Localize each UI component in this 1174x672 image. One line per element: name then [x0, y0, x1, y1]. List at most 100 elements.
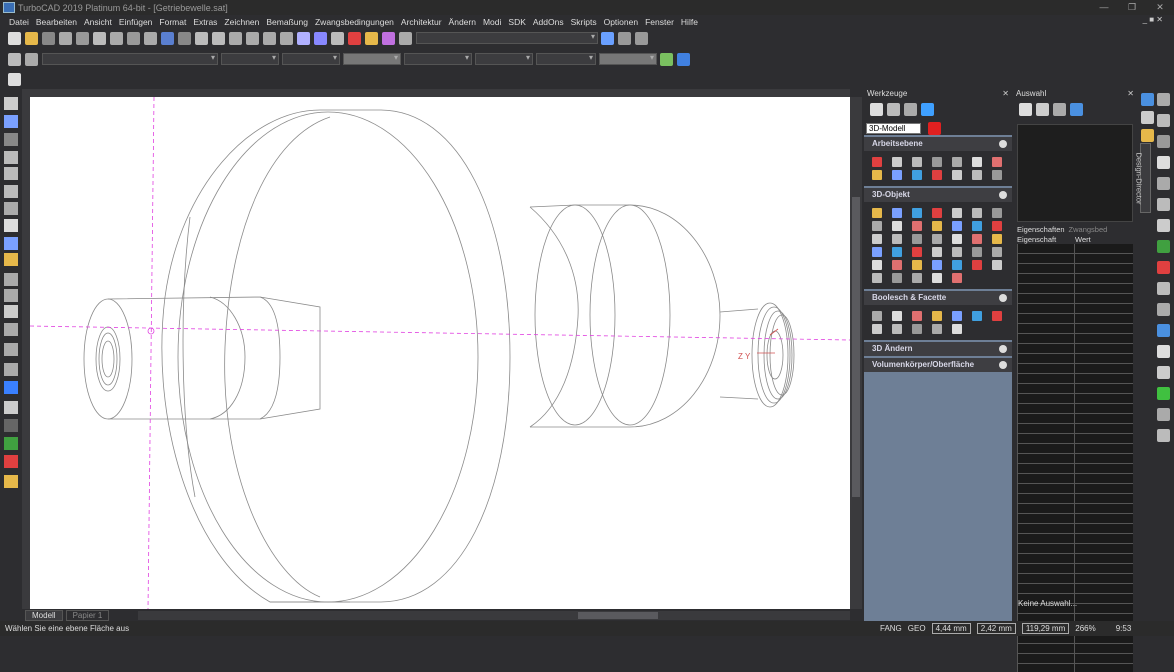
- save-icon[interactable]: [42, 31, 55, 45]
- coord-field-3[interactable]: 119,29 mm: [1021, 623, 1070, 634]
- print-icon[interactable]: [59, 31, 72, 45]
- globe-icon[interactable]: [921, 103, 934, 116]
- tool-icon[interactable]: [972, 221, 982, 231]
- mdi-controls[interactable]: _ ■ ✕: [1143, 15, 1163, 24]
- menu-item[interactable]: Einfügen: [119, 17, 153, 27]
- tree-icon[interactable]: [1053, 103, 1066, 116]
- tool-icon[interactable]: [932, 273, 942, 283]
- tool-icon[interactable]: [872, 157, 882, 167]
- section-header[interactable]: 3D Ändern: [864, 342, 1012, 356]
- snap-grid-icon[interactable]: [4, 401, 18, 414]
- dimension-icon[interactable]: [4, 237, 18, 250]
- tool-icon[interactable]: [892, 273, 902, 283]
- light-icon[interactable]: [4, 455, 18, 468]
- zoom-extents-icon[interactable]: [246, 31, 259, 45]
- snap-icon[interactable]: [331, 31, 344, 45]
- collapse-icon[interactable]: [999, 140, 1007, 148]
- paste-icon[interactable]: [127, 31, 140, 45]
- zoom-previous-icon[interactable]: [280, 31, 293, 45]
- tool-icon[interactable]: [932, 247, 942, 257]
- collapse-icon[interactable]: [999, 191, 1007, 199]
- properties-icon[interactable]: [399, 31, 412, 45]
- copy-icon[interactable]: [110, 31, 123, 45]
- pen-color-combo[interactable]: [221, 53, 279, 65]
- right-tool-icon[interactable]: [1157, 156, 1170, 169]
- tool-icon[interactable]: [912, 324, 922, 334]
- tool-icon[interactable]: [872, 260, 882, 270]
- select-arrow-icon[interactable]: [4, 97, 18, 110]
- section-header[interactable]: 3D-Objekt: [864, 188, 1012, 202]
- tool-icon[interactable]: [932, 221, 942, 231]
- cut-icon[interactable]: [93, 31, 106, 45]
- tool-icon[interactable]: [912, 260, 922, 270]
- select-3d-icon[interactable]: [887, 103, 900, 116]
- line-width-combo[interactable]: [343, 53, 401, 65]
- menu-item[interactable]: Ansicht: [84, 17, 112, 27]
- help-icon[interactable]: [601, 31, 614, 45]
- menu-item[interactable]: Extras: [193, 17, 217, 27]
- workplane-icon[interactable]: [8, 72, 21, 86]
- right-tool-icon[interactable]: [1157, 303, 1170, 316]
- filter-icon[interactable]: [1019, 103, 1032, 116]
- material-icon[interactable]: [382, 31, 395, 45]
- menu-item[interactable]: SDK: [508, 17, 525, 27]
- tool-icon[interactable]: [952, 170, 962, 180]
- panel-close-icon[interactable]: ✕: [1002, 89, 1009, 99]
- line-style-combo[interactable]: [282, 53, 340, 65]
- palette-icon[interactable]: [677, 52, 690, 66]
- tool-icon[interactable]: [872, 170, 882, 180]
- curve-icon[interactable]: [4, 289, 18, 302]
- tool-icon[interactable]: [892, 157, 902, 167]
- menu-item[interactable]: Bearbeiten: [36, 17, 77, 27]
- library-icon[interactable]: [4, 475, 18, 488]
- select-icon[interactable]: [870, 103, 883, 116]
- section-header[interactable]: Volumenkörper/Oberfläche: [864, 358, 1012, 372]
- tool-icon[interactable]: [892, 208, 902, 218]
- right-tool-icon[interactable]: [1157, 366, 1170, 379]
- tool-icon[interactable]: [972, 311, 982, 321]
- camera-icon[interactable]: [4, 419, 18, 432]
- menu-item[interactable]: Bemaßung: [266, 17, 308, 27]
- array-icon[interactable]: [4, 323, 18, 336]
- tool-icon[interactable]: [932, 170, 942, 180]
- tool-icon[interactable]: [952, 273, 962, 283]
- coord-field-1[interactable]: 4,44 mm: [931, 623, 971, 634]
- tool-icon[interactable]: [952, 260, 962, 270]
- menu-item[interactable]: Zeichnen: [224, 17, 259, 27]
- select-face-icon[interactable]: [904, 103, 917, 116]
- restore-button[interactable]: ❐: [1118, 0, 1146, 15]
- tool-icon[interactable]: [992, 157, 1002, 167]
- collapse-icon[interactable]: [999, 361, 1007, 369]
- modify-icon[interactable]: [4, 363, 18, 376]
- new-file-icon[interactable]: [8, 31, 21, 45]
- tool-icon[interactable]: [912, 208, 922, 218]
- tool-icon[interactable]: [952, 234, 962, 244]
- zoom-in-icon[interactable]: [195, 31, 208, 45]
- tool-icon[interactable]: [912, 311, 922, 321]
- line-icon[interactable]: [4, 151, 18, 164]
- right-tool-icon[interactable]: [1157, 282, 1170, 295]
- tool-icon[interactable]: [992, 311, 1002, 321]
- tablet-icon[interactable]: [635, 31, 648, 45]
- spell-check-icon[interactable]: [297, 31, 310, 45]
- menu-item[interactable]: Skripts: [571, 17, 597, 27]
- tool-icon[interactable]: [992, 234, 1002, 244]
- section-header[interactable]: Arbeitsebene: [864, 137, 1012, 151]
- right-tool-icon[interactable]: [1157, 408, 1170, 421]
- tool-icon[interactable]: [892, 221, 902, 231]
- right-tool-icon[interactable]: [1141, 129, 1154, 142]
- menu-item[interactable]: Hilfe: [681, 17, 698, 27]
- section-header[interactable]: Boolesch & Facette: [864, 291, 1012, 305]
- format-painter-icon[interactable]: [144, 31, 157, 45]
- bullet-icon[interactable]: [4, 202, 18, 215]
- tool-icon[interactable]: [952, 221, 962, 231]
- menu-item[interactable]: Datei: [9, 17, 29, 27]
- screen-icon[interactable]: [618, 31, 631, 45]
- tool-icon[interactable]: [872, 247, 882, 257]
- print-preview-icon[interactable]: [76, 31, 89, 45]
- coord-field-2[interactable]: 2,42 mm: [976, 623, 1016, 634]
- hatch-icon[interactable]: [4, 273, 18, 286]
- tool-icon[interactable]: [992, 247, 1002, 257]
- geo-mode[interactable]: GEO: [908, 624, 926, 633]
- tab-constraints[interactable]: Zwangsbed: [1069, 225, 1108, 235]
